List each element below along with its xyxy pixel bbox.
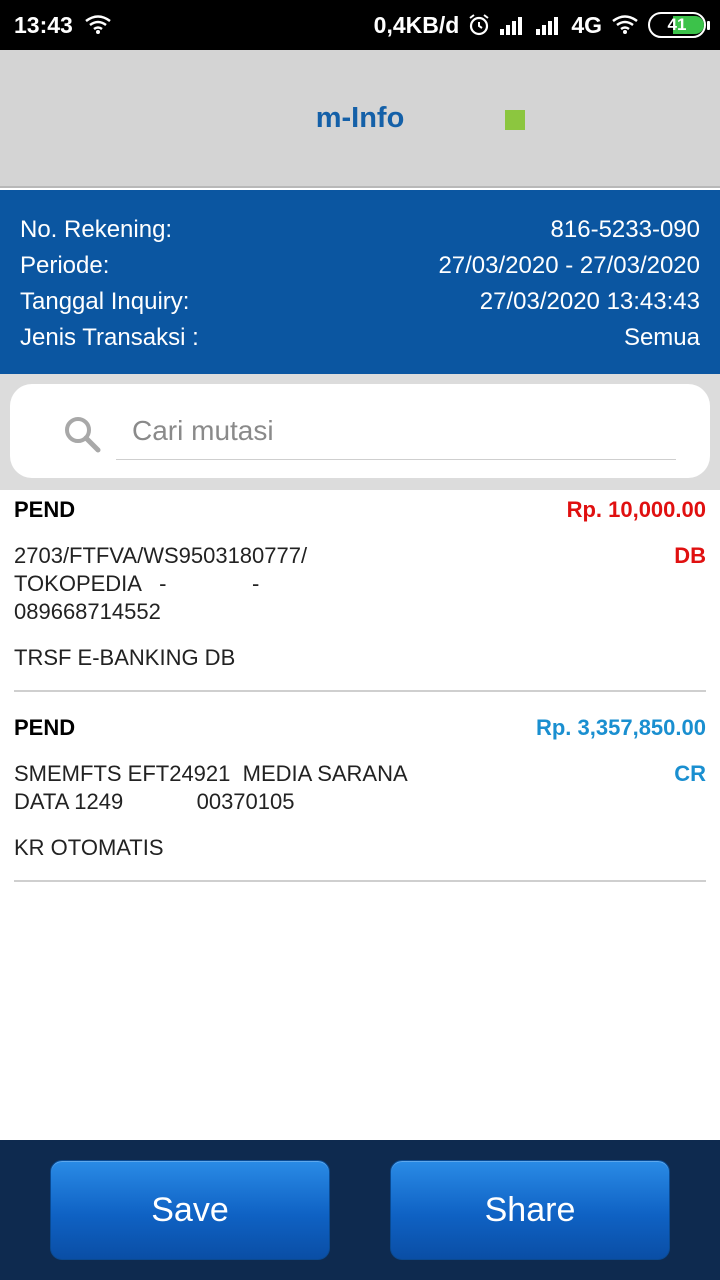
status-indicator-icon [505,110,525,130]
transaction-amount: Rp. 10,000.00 [566,497,706,522]
share-button[interactable]: Share [390,1160,670,1260]
search-area [0,374,720,490]
transaction-status: PEND [14,715,76,740]
info-label: Tanggal Inquiry: [20,288,190,315]
status-bar: 13:43 0,4KB/d 4G 41 [0,0,720,50]
page-title: m-Info [315,102,405,134]
alarm-icon [469,14,489,36]
transaction-type: DB [674,543,706,568]
status-time: 13:43 [14,11,73,38]
transaction-item[interactable]: PEND Rp. 10,000.00 2703/FTFVA/WS95031807… [14,492,706,692]
info-row-transaction-type: Jenis Transaksi : Semua [20,320,700,356]
transaction-type: CR [674,761,706,786]
bottom-action-bar: Save Share [0,1140,720,1280]
info-value: 27/03/2020 13:43:43 [479,288,700,315]
info-value: Semua [623,324,700,351]
network-speed: 0,4KB/d [373,11,460,38]
account-info-panel: No. Rekening: 816-5233-090 Periode: 27/0… [0,190,720,374]
transaction-list: PEND Rp. 10,000.00 2703/FTFVA/WS95031807… [14,490,706,882]
save-button[interactable]: Save [50,1160,330,1260]
transaction-note: KR OTOMATIS [14,835,164,860]
transaction-description: SMEMFTS EFT24921 MEDIA SARANA DATA 1249 … [14,761,408,814]
info-row-period: Periode: 27/03/2020 - 27/03/2020 [20,248,700,284]
info-label: No. Rekening: [20,216,173,243]
search-input[interactable] [116,402,676,460]
search-box[interactable] [10,384,710,478]
info-row-account: No. Rekening: 816-5233-090 [20,212,700,248]
info-label: Jenis Transaksi : [20,324,199,351]
transaction-status: PEND [14,497,76,522]
signal-icon [500,17,523,35]
signal-icon-2 [536,17,559,35]
info-row-inquiry-date: Tanggal Inquiry: 27/03/2020 13:43:43 [20,284,700,320]
transaction-note: TRSF E-BANKING DB [14,645,236,670]
battery-icon: 41 [648,12,710,38]
wifi-icon [85,15,111,34]
transaction-amount: Rp. 3,357,850.00 [535,715,706,740]
search-icon [65,417,101,453]
transaction-item[interactable]: PEND Rp. 3,357,850.00 SMEMFTS EFT24921 M… [14,710,706,882]
wifi-icon-2 [612,15,638,34]
app-header: m-Info [0,50,720,188]
info-value: 816-5233-090 [550,216,700,243]
info-label: Periode: [20,252,110,279]
network-type: 4G [571,11,602,38]
info-value: 27/03/2020 - 27/03/2020 [438,252,700,279]
transaction-description: 2703/FTFVA/WS9503180777/ TOKOPEDIA - - 0… [14,543,308,624]
battery-level: 41 [667,15,687,34]
